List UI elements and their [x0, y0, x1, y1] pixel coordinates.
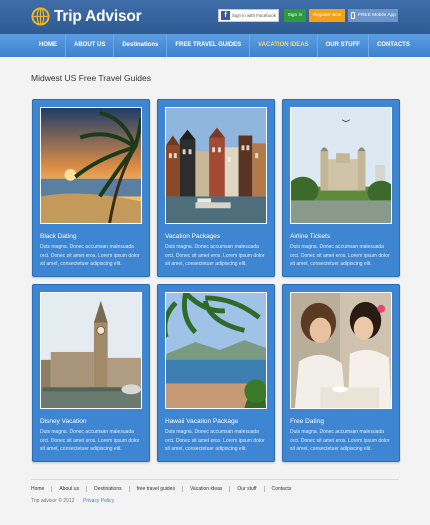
footer-link-our-stuff[interactable]: Our stuff [229, 486, 263, 492]
card-text: Duis magna. Donec accumsan malesuada orc… [290, 429, 390, 453]
card-title[interactable]: Airline Tickets [290, 233, 330, 240]
nav-item-about-us[interactable]: ABOUT US [65, 34, 113, 57]
beach-sunset-image [41, 108, 141, 223]
mobile-app-button[interactable]: FREE Mobile App [348, 9, 398, 22]
mobile-app-label: FREE Mobile App [358, 13, 396, 18]
nav-item-contacts[interactable]: CONTACTS [367, 34, 418, 57]
canal-houses-image [166, 108, 266, 223]
header: Trip Advisor f Sign in with Facebook Sig… [0, 0, 430, 34]
footer-link-contacts[interactable]: Contacts [263, 486, 299, 492]
guide-card[interactable]: Airline Tickets Duis magna. Donec accums… [282, 99, 400, 277]
page-title: Midwest US Free Travel Guides [31, 73, 151, 83]
footer-link-free-travel-guides[interactable]: free travel guides [128, 486, 182, 492]
phone-icon [351, 12, 355, 19]
guide-card[interactable]: Black Dating Duis magna. Donec accumsan … [32, 99, 150, 277]
guide-card[interactable]: Vacation Packages Duis magna. Donec accu… [157, 99, 275, 277]
card-photo[interactable] [40, 292, 142, 409]
card-text: Duis magna. Donec accumsan malesuada orc… [290, 244, 390, 268]
privacy-policy-link[interactable]: Privacy Policy [83, 498, 114, 504]
signin-button[interactable]: Sign in [284, 9, 306, 22]
footer-link-about-us[interactable]: About us [51, 486, 86, 492]
tropical-coast-image [166, 293, 266, 408]
footer-link-vacation-ideas[interactable]: Vacation ideas [181, 486, 229, 492]
facebook-icon: f [221, 11, 230, 20]
register-button[interactable]: Register Now [309, 9, 345, 22]
nav-item-home[interactable]: HOME [31, 34, 65, 57]
nav-item-our-stuff[interactable]: OUR STUFF [316, 34, 368, 57]
guide-card[interactable]: Free Dating Duis magna. Donec accumsan m… [282, 284, 400, 462]
nav-item-vacation-ideas[interactable]: VACATION IDEAS [249, 34, 316, 57]
card-text: Duis magna. Donec accumsan malesuada orc… [40, 244, 140, 268]
card-title[interactable]: Vacation Packages [165, 233, 220, 240]
card-title[interactable]: Black Dating [40, 233, 77, 240]
card-title[interactable]: Hawaii Vacation Package [165, 418, 238, 425]
nav-item-free-travel-guides[interactable]: FREE TRAVEL GUIDES [166, 34, 249, 57]
facebook-signin-label: Sign in with Facebook [232, 13, 277, 18]
footer-link-home[interactable]: Home [31, 486, 51, 492]
card-text: Duis magna. Donec accumsan malesuada orc… [40, 429, 140, 453]
card-photo[interactable] [40, 107, 142, 224]
friends-cafe-image [291, 293, 391, 408]
footer-divider [31, 479, 399, 480]
card-photo[interactable] [290, 292, 392, 409]
card-text: Duis magna. Donec accumsan malesuada orc… [165, 244, 265, 268]
big-ben-image [41, 293, 141, 408]
globe-icon [31, 7, 50, 26]
card-title[interactable]: Free Dating [290, 418, 324, 425]
card-text: Duis magna. Donec accumsan malesuada orc… [165, 429, 265, 453]
card-title[interactable]: Disney Vacation [40, 418, 87, 425]
facebook-signin-button[interactable]: f Sign in with Facebook [218, 9, 279, 22]
castle-image [291, 108, 391, 223]
card-photo[interactable] [290, 107, 392, 224]
copyright: Trip advisor © 2012 [31, 498, 75, 504]
logo[interactable]: Trip Advisor [31, 7, 142, 26]
guide-card[interactable]: Disney Vacation Duis magna. Donec accums… [32, 284, 150, 462]
nav-item-destinations[interactable]: Destinations [113, 34, 166, 57]
logo-text: Trip Advisor [54, 7, 142, 25]
footer-link-destinations[interactable]: Destinations [86, 486, 129, 492]
footer-nav: Home About us Destinations free travel g… [31, 486, 298, 492]
card-photo[interactable] [165, 107, 267, 224]
card-photo[interactable] [165, 292, 267, 409]
guide-card[interactable]: Hawaii Vacation Package Duis magna. Done… [157, 284, 275, 462]
main-nav: HOME ABOUT US Destinations FREE TRAVEL G… [0, 34, 430, 57]
